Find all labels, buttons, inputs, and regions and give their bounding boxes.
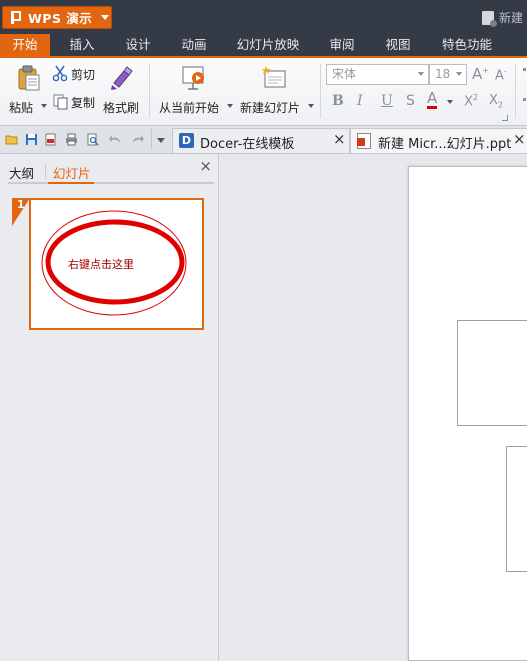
decrease-font-size-icon[interactable]: A- bbox=[495, 67, 507, 83]
tab-animation[interactable]: 动画 bbox=[169, 34, 219, 56]
tab-view[interactable]: 视图 bbox=[374, 34, 422, 56]
new-slide-icon bbox=[262, 66, 286, 88]
font-name-value: 宋体 bbox=[332, 67, 357, 81]
active-tab-indicator bbox=[48, 182, 94, 184]
thumbnail-text: 右键点击这里 bbox=[68, 258, 134, 271]
close-icon[interactable]: × bbox=[333, 130, 346, 148]
copy-label: 复制 bbox=[71, 96, 96, 110]
new-document-icon bbox=[481, 10, 497, 27]
ribbon-separator bbox=[149, 64, 150, 118]
slide-thumbnail-1[interactable]: 右键点击这里 bbox=[29, 198, 204, 330]
play-from-current-button[interactable]: 从当前开始 bbox=[155, 62, 233, 120]
format-painter-label: 格式刷 bbox=[103, 101, 140, 115]
quick-access-toolbar: D Docer-在线模板 × 新建 Micr...幻灯片.ppt × bbox=[0, 126, 527, 154]
paste-label: 粘贴 bbox=[9, 101, 34, 115]
title-bar: WPS 演示 新建 bbox=[0, 0, 527, 34]
print-preview-icon[interactable] bbox=[86, 133, 99, 146]
new-slide-button[interactable]: 新建幻灯片 bbox=[238, 62, 316, 120]
slide-number: 1 bbox=[17, 198, 25, 211]
subscript-icon[interactable]: X2 bbox=[489, 93, 503, 110]
docer-logo-icon: D bbox=[179, 133, 194, 148]
slide-editor bbox=[220, 154, 527, 661]
cut-button[interactable]: 剪切 bbox=[50, 64, 100, 84]
close-icon[interactable]: × bbox=[513, 130, 526, 148]
scissors-icon bbox=[52, 65, 68, 82]
font-size-select[interactable]: 18 bbox=[429, 64, 467, 85]
tab-special-features[interactable]: 特色功能 bbox=[436, 34, 498, 56]
chevron-down-icon bbox=[418, 72, 424, 76]
wps-logo-icon bbox=[11, 11, 22, 24]
chevron-down-icon bbox=[308, 104, 314, 108]
export-pdf-icon[interactable] bbox=[44, 133, 57, 146]
copy-icon bbox=[53, 94, 68, 110]
slides-panel: 大纲 幻灯片 × 右键点击这里 1 bbox=[0, 154, 219, 661]
doc-tab-label: Docer-在线模板 bbox=[200, 137, 295, 152]
undo-icon[interactable] bbox=[109, 133, 122, 146]
title-placeholder[interactable] bbox=[457, 320, 527, 426]
wps-app-menu-button[interactable]: WPS 演示 bbox=[2, 6, 112, 29]
bold-icon[interactable]: B bbox=[332, 93, 344, 109]
tab-design[interactable]: 设计 bbox=[113, 34, 163, 56]
italic-icon[interactable]: I bbox=[357, 93, 363, 109]
close-panel-icon[interactable]: × bbox=[199, 157, 212, 175]
cut-label: 剪切 bbox=[71, 68, 96, 82]
toolbar-separator bbox=[151, 129, 152, 149]
tab-home[interactable]: 开始 bbox=[0, 34, 50, 56]
paste-icon bbox=[18, 65, 40, 91]
underline-icon[interactable]: U bbox=[381, 93, 393, 109]
customize-toolbar-icon[interactable] bbox=[157, 138, 165, 143]
tab-slides[interactable]: 幻灯片 bbox=[53, 163, 91, 182]
format-painter-brush-icon bbox=[111, 66, 133, 90]
superscript-icon[interactable]: X2 bbox=[464, 93, 478, 109]
tab-divider bbox=[45, 164, 46, 178]
tab-insert[interactable]: 插入 bbox=[57, 34, 107, 56]
print-icon[interactable] bbox=[65, 133, 78, 146]
ribbon-separator bbox=[515, 64, 516, 118]
increase-font-size-icon[interactable]: A+ bbox=[472, 65, 489, 83]
font-size-value: 18 bbox=[435, 67, 451, 81]
play-from-current-label: 从当前开始 bbox=[159, 101, 220, 115]
ppt-badge-icon bbox=[357, 138, 365, 146]
copy-button[interactable]: 复制 bbox=[50, 92, 98, 112]
redo-icon[interactable] bbox=[131, 133, 144, 146]
chevron-down-icon bbox=[101, 15, 110, 20]
panel-tab-underline bbox=[8, 182, 214, 184]
ribbon-home: 粘贴 剪切 复制 格式刷 从当前开始 新建幻灯片 宋体 18 A+ A- B I… bbox=[0, 58, 527, 126]
format-painter-button[interactable]: 格式刷 bbox=[100, 62, 144, 120]
chevron-down-icon bbox=[456, 72, 462, 76]
new-slide-label: 新建幻灯片 bbox=[240, 101, 301, 115]
ribbon-separator bbox=[320, 64, 321, 118]
paste-button[interactable]: 粘贴 bbox=[8, 62, 54, 120]
tab-outline[interactable]: 大纲 bbox=[9, 163, 34, 182]
font-color-icon[interactable]: A bbox=[427, 91, 438, 109]
new-document-button[interactable]: 新建 bbox=[481, 9, 523, 27]
chevron-down-icon bbox=[227, 104, 233, 108]
doc-tab-presentation[interactable]: 新建 Micr...幻灯片.ppt × bbox=[350, 128, 527, 153]
slideshow-play-icon bbox=[182, 66, 204, 90]
open-folder-icon[interactable] bbox=[5, 133, 18, 146]
overflow-icon bbox=[523, 98, 526, 101]
subtitle-placeholder[interactable] bbox=[506, 446, 527, 572]
doc-tab-docer[interactable]: D Docer-在线模板 × bbox=[172, 128, 350, 153]
tab-slideshow[interactable]: 幻灯片放映 bbox=[232, 34, 304, 56]
paste-dropdown-icon bbox=[41, 104, 47, 108]
doc-tab-label: 新建 Micr...幻灯片.ppt bbox=[378, 137, 512, 152]
tab-review[interactable]: 审阅 bbox=[318, 34, 366, 56]
new-document-label: 新建 bbox=[498, 11, 523, 25]
font-name-select[interactable]: 宋体 bbox=[326, 64, 429, 85]
chevron-down-icon bbox=[447, 100, 453, 104]
font-dialog-launcher-icon[interactable] bbox=[502, 115, 508, 121]
save-icon[interactable] bbox=[25, 133, 38, 146]
overflow-icon bbox=[523, 68, 526, 71]
text-shadow-icon[interactable]: S bbox=[406, 93, 415, 109]
ribbon-tab-bar: 开始 插入 设计 动画 幻灯片放映 审阅 视图 特色功能 bbox=[0, 34, 527, 58]
app-name: WPS 演示 bbox=[28, 11, 93, 26]
